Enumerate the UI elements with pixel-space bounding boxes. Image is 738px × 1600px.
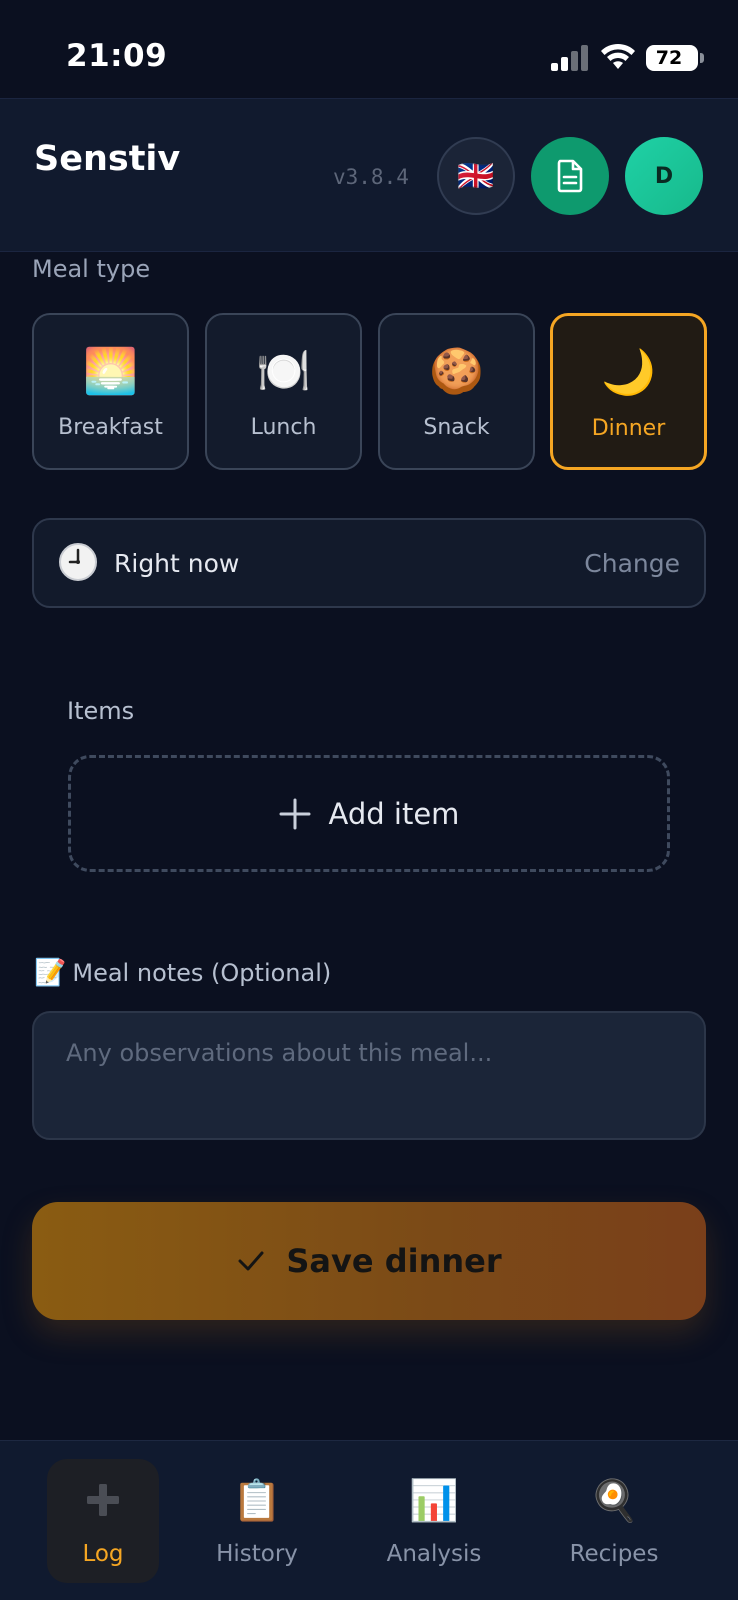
meal-option-snack[interactable]: 🍪 Snack <box>378 313 535 470</box>
frying-pan-icon: 🍳 <box>589 1477 639 1524</box>
battery-level: 72 <box>655 47 683 69</box>
check-icon <box>238 1251 264 1271</box>
plus-icon <box>279 798 311 829</box>
tab-analysis[interactable]: 📊 Analysis <box>378 1459 490 1583</box>
uk-flag-icon: 🇬🇧 <box>457 158 495 194</box>
change-time-button[interactable]: Change <box>584 549 680 578</box>
tab-log[interactable]: Log <box>47 1459 159 1583</box>
sunrise-icon: 🌅 <box>83 346 138 397</box>
clipboard-icon: 📋 <box>232 1477 282 1524</box>
meal-option-label: Snack <box>423 415 490 440</box>
app-header: Senstiv v3.8.4 🇬🇧 D <box>0 98 738 252</box>
app-title: Senstiv <box>34 139 181 179</box>
memo-icon: 📝 <box>34 958 67 988</box>
status-time: 21:09 <box>66 38 168 74</box>
cellular-signal-icon <box>551 45 588 71</box>
tab-history[interactable]: 📋 History <box>201 1459 313 1583</box>
items-label: Items <box>67 697 135 725</box>
save-button-label: Save dinner <box>286 1242 502 1280</box>
tab-label: Analysis <box>386 1541 482 1567</box>
meal-type-label: Meal type <box>32 255 151 283</box>
status-bar: 21:09 72 <box>0 0 738 98</box>
app-version: v3.8.4 <box>333 165 409 189</box>
meal-option-breakfast[interactable]: 🌅 Breakfast <box>32 313 189 470</box>
tab-label: Recipes <box>569 1541 659 1567</box>
meal-notes-label-text: Meal notes (Optional) <box>72 959 332 987</box>
tab-label: History <box>216 1541 298 1567</box>
language-button[interactable]: 🇬🇧 <box>437 137 515 215</box>
meal-option-label: Dinner <box>591 416 666 441</box>
meal-option-label: Lunch <box>250 415 317 440</box>
add-item-label: Add item <box>328 796 460 831</box>
save-dinner-button[interactable]: Save dinner <box>32 1202 706 1320</box>
meal-time-row[interactable]: Right now Change <box>32 518 706 608</box>
meal-option-label: Breakfast <box>58 415 163 440</box>
meal-notes-label: 📝 Meal notes (Optional) <box>34 958 331 988</box>
meal-option-lunch[interactable]: 🍽️ Lunch <box>205 313 362 470</box>
plus-icon <box>47 1475 159 1525</box>
plate-icon: 🍽️ <box>256 346 311 397</box>
moon-icon: 🌙 <box>601 347 656 398</box>
cookie-icon: 🍪 <box>429 346 484 397</box>
document-icon <box>557 159 583 193</box>
document-button[interactable] <box>531 137 609 215</box>
meal-option-dinner[interactable]: 🌙 Dinner <box>550 313 707 470</box>
meal-time-value: Right now <box>114 549 240 578</box>
clock-icon <box>59 543 97 581</box>
bottom-tab-bar: Log 📋 History 📊 Analysis 🍳 Recipes <box>0 1440 738 1600</box>
add-item-button[interactable]: Add item <box>68 755 670 872</box>
battery-icon: 72 <box>646 45 704 71</box>
wifi-icon <box>601 43 635 69</box>
bar-chart-icon: 📊 <box>409 1477 459 1524</box>
tab-label: Log <box>82 1541 124 1567</box>
tab-recipes[interactable]: 🍳 Recipes <box>558 1459 670 1583</box>
avatar[interactable]: D <box>625 137 703 215</box>
meal-notes-input[interactable] <box>32 1011 706 1140</box>
